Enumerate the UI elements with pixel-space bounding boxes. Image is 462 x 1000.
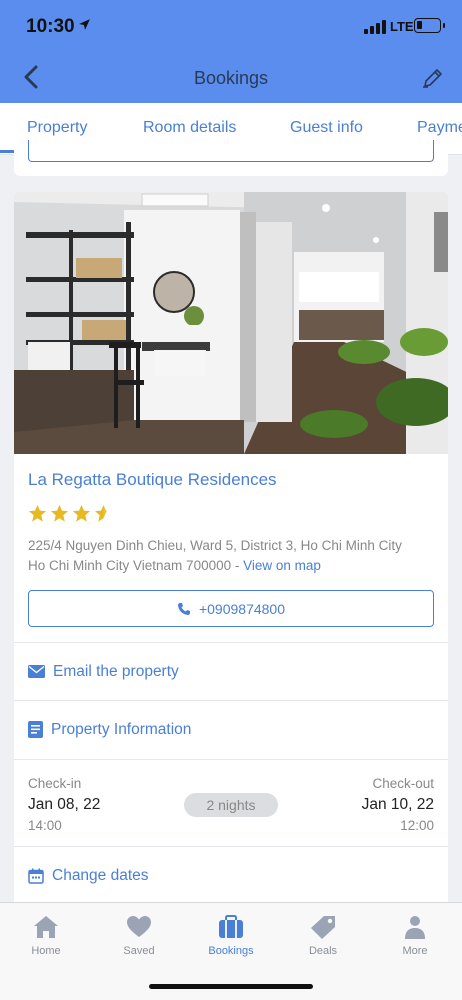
star-icon <box>50 504 69 522</box>
tab-room-details[interactable]: Room details <box>143 119 236 137</box>
home-icon <box>34 916 58 938</box>
call-property-button[interactable]: +0909874800 <box>28 590 434 627</box>
calendar-icon <box>28 868 44 884</box>
checkout-date: Jan 10, 22 <box>361 796 434 813</box>
status-time: 10:30 <box>26 16 75 37</box>
tabbar-home[interactable]: Home <box>11 915 81 957</box>
tabbar-home-label: Home <box>31 945 61 957</box>
status-bar: 10:30 LTE <box>0 0 462 50</box>
tab-payment[interactable]: Payme <box>417 119 462 137</box>
envelope-icon <box>28 665 45 678</box>
tabbar-more-label: More <box>402 945 428 957</box>
tab-property[interactable]: Property <box>27 119 87 137</box>
phone-icon <box>177 602 190 615</box>
tabbar-deals[interactable]: Deals <box>288 915 358 957</box>
edit-button[interactable] <box>416 62 448 94</box>
property-address: 225/4 Nguyen Dinh Chieu, Ward 5, Distric… <box>28 536 438 576</box>
address-line-1: 225/4 Nguyen Dinh Chieu, Ward 5, Distric… <box>28 538 402 553</box>
nights-badge: 2 nights <box>184 793 278 817</box>
half-star-icon <box>94 504 107 522</box>
stay-dates: Check-in Jan 08, 22 14:00 2 nights Check… <box>14 759 448 845</box>
property-information-label: Property Information <box>51 720 192 738</box>
pencil-icon <box>423 69 442 88</box>
phone-number: +0909874800 <box>198 600 286 617</box>
address-line-2: Ho Chi Minh City Vietnam 700000 - <box>28 558 244 573</box>
checkout-label: Check-out <box>372 776 434 791</box>
change-dates-row[interactable]: Change dates <box>14 846 448 904</box>
checkin-date: Jan 08, 22 <box>28 796 101 813</box>
home-indicator <box>149 984 313 989</box>
star-rating <box>28 504 113 524</box>
tabbar-saved-label: Saved <box>123 945 155 957</box>
star-icon <box>28 504 47 522</box>
property-information-row[interactable]: Property Information <box>14 700 448 758</box>
tabbar-bookings-label: Bookings <box>208 945 254 957</box>
suitcase-icon <box>219 915 243 938</box>
change-dates-label: Change dates <box>52 866 149 884</box>
checkin-label: Check-in <box>28 776 82 791</box>
network-type: LTE <box>390 19 414 34</box>
signal-icon <box>364 20 386 34</box>
person-icon <box>405 916 425 939</box>
previous-card <box>14 140 448 176</box>
checkout-time: 12:00 <box>400 818 434 833</box>
tab-guest-info[interactable]: Guest info <box>290 119 363 137</box>
email-property-row[interactable]: Email the property <box>14 642 448 700</box>
checkin-time: 14:00 <box>28 818 62 833</box>
battery-icon <box>414 18 445 33</box>
page-title: Bookings <box>193 68 269 88</box>
email-property-label: Email the property <box>53 662 179 680</box>
tabbar-bookings[interactable]: Bookings <box>196 915 266 957</box>
tabbar-more[interactable]: More <box>380 915 450 957</box>
location-arrow-icon <box>78 18 91 34</box>
nav-bar: Bookings <box>0 52 462 103</box>
tabbar-saved[interactable]: Saved <box>104 915 174 957</box>
property-card: La Regatta Boutique Residences 225/4 Ngu… <box>14 192 448 908</box>
property-name[interactable]: La Regatta Boutique Residences <box>28 470 277 490</box>
previous-card-button[interactable] <box>28 140 434 162</box>
property-photo[interactable] <box>14 192 448 454</box>
app-header: 10:30 LTE Bookings <box>0 0 462 103</box>
heart-icon <box>127 916 151 937</box>
tag-icon <box>311 916 335 939</box>
document-icon <box>28 721 43 738</box>
star-icon <box>72 504 91 522</box>
tabbar-deals-label: Deals <box>308 945 338 957</box>
view-on-map-link[interactable]: View on map <box>243 558 321 573</box>
